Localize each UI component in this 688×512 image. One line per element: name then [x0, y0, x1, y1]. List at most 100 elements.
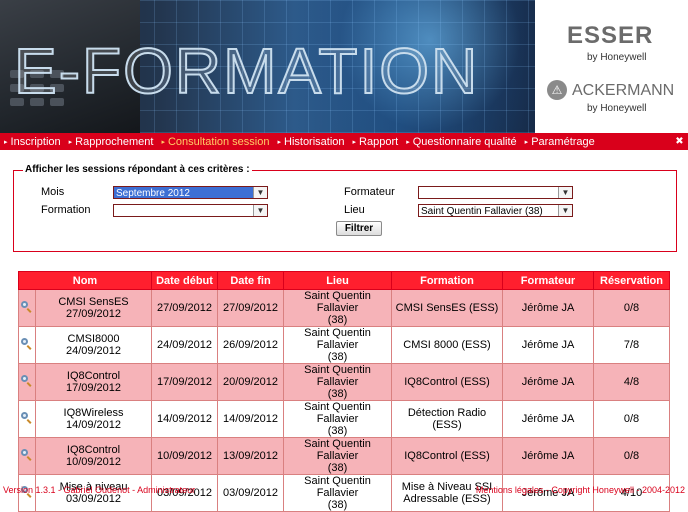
cell-reservation: 0/8 — [593, 400, 670, 438]
formateur-select[interactable]: ▼ — [418, 186, 573, 199]
menu-arrow-icon: ▸ — [524, 138, 529, 146]
cell-nom: CMSI8000 24/09/2012 — [35, 326, 152, 364]
lieu-label: Lieu — [344, 204, 365, 216]
column-header-formation[interactable]: Formation — [391, 271, 503, 290]
magnifier-icon[interactable] — [21, 411, 33, 424]
cell-formation: CMSI SensES (ESS) — [391, 289, 503, 327]
menu-arrow-icon: ▸ — [277, 138, 281, 146]
table-row[interactable]: IQ8Control 10/09/2012 10/09/2012 13/09/20… — [18, 437, 670, 475]
cell-date-fin: 20/09/2012 — [217, 363, 284, 401]
cell-lieu: Saint Quentin Fallavier (38) — [283, 363, 392, 401]
filter-legend: Afficher les sessions répondant à ces cr… — [23, 164, 252, 175]
ackermann-logo-icon: ⚠ — [547, 80, 567, 100]
ackermann-logo: ACKERMANN — [572, 82, 675, 99]
menu-arrow-icon: ▸ — [352, 138, 357, 146]
cell-nom: IQ8Control 17/09/2012 — [35, 363, 152, 401]
banner-title: E-FORMATION — [13, 34, 480, 108]
lieu-select[interactable]: Saint Quentin Fallavier (38) ▼ — [418, 204, 573, 217]
column-header-date-debut[interactable]: Date début — [151, 271, 218, 290]
row-view-cell[interactable] — [18, 437, 36, 475]
chevron-down-icon: ▼ — [558, 205, 572, 216]
esser-by-honeywell: by Honeywell — [587, 52, 647, 63]
menu-item-questionnaire-qualite[interactable]: ▸ Questionnaire qualité — [402, 136, 520, 148]
cell-reservation: 7/8 — [593, 326, 670, 364]
row-view-cell[interactable] — [18, 289, 36, 327]
cell-lieu: Saint Quentin Fallavier (38) — [283, 289, 392, 327]
row-view-cell[interactable] — [18, 363, 36, 401]
footer-version: Version 1.3.1 - Gabriel Oudenot - Admini… — [3, 485, 196, 495]
mois-label: Mois — [41, 186, 65, 198]
menu-item-historisation[interactable]: ▸ Historisation — [273, 136, 348, 148]
cell-date-debut: 27/09/2012 — [151, 289, 218, 327]
header-banner: E-FORMATION — [0, 0, 535, 133]
cell-formation: IQ8Control (ESS) — [391, 437, 503, 475]
table-row[interactable]: IQ8Wireless 14/09/2012 14/09/2012 14/09/2… — [18, 400, 670, 438]
cell-date-fin: 26/09/2012 — [217, 326, 284, 364]
cell-nom: IQ8Control 10/09/2012 — [35, 437, 152, 475]
chevron-down-icon: ▼ — [253, 205, 267, 216]
footer-legal-link[interactable]: Mentions légales - Copyright Honeywell -… — [476, 485, 685, 495]
cell-reservation: 0/8 — [593, 289, 670, 327]
menu-item-parametrage[interactable]: ▸ Paramétrage — [521, 136, 599, 148]
cell-reservation: 0/8 — [593, 437, 670, 475]
esser-logo: ESSER — [567, 22, 654, 49]
brand-logos: ESSER by Honeywell ⚠ ACKERMANN by Honeyw… — [535, 0, 688, 133]
main-menu: ▸ Inscription ▸ Rapprochement ▸ Consultatio… — [0, 133, 688, 150]
table-header-row: Nom Date début Date fin Lieu Formation F… — [18, 271, 670, 290]
mois-select[interactable]: Septembre 2012 ▼ — [113, 186, 268, 199]
formateur-label: Formateur — [344, 186, 395, 198]
column-header-lieu[interactable]: Lieu — [283, 271, 392, 290]
cell-formateur: Jérôme JA — [502, 363, 594, 401]
chevron-down-icon: ▼ — [253, 187, 267, 198]
cell-lieu: Saint Quentin Fallavier (38) — [283, 326, 392, 364]
menu-item-rapport[interactable]: ▸ Rapport — [349, 136, 403, 148]
cell-date-fin: 03/09/2012 — [217, 474, 284, 512]
exit-icon[interactable]: ✖ — [673, 135, 686, 148]
magnifier-icon[interactable] — [21, 337, 33, 350]
table-row[interactable]: CMSI SensES 27/09/2012 27/09/2012 27/09/2… — [18, 289, 670, 327]
magnifier-icon[interactable] — [21, 448, 33, 461]
cell-reservation: 4/8 — [593, 363, 670, 401]
column-header-formateur[interactable]: Formateur — [502, 271, 594, 290]
cell-date-debut: 24/09/2012 — [151, 326, 218, 364]
menu-item-rapprochement[interactable]: ▸ Rapprochement — [65, 136, 158, 148]
cell-date-fin: 14/09/2012 — [217, 400, 284, 438]
cell-date-debut: 10/09/2012 — [151, 437, 218, 475]
menu-arrow-icon: ▸ — [161, 138, 165, 146]
magnifier-icon[interactable] — [21, 374, 33, 387]
cell-lieu: Saint Quentin Fallavier (38) — [283, 474, 392, 512]
menu-arrow-icon: ▸ — [68, 138, 73, 146]
cell-lieu: Saint Quentin Fallavier (38) — [283, 400, 392, 438]
menu-arrow-icon: ▸ — [406, 138, 410, 146]
formation-label: Formation — [41, 204, 91, 216]
menu-item-inscription[interactable]: ▸ Inscription — [0, 136, 65, 148]
chevron-down-icon: ▼ — [558, 187, 572, 198]
cell-lieu: Saint Quentin Fallavier (38) — [283, 437, 392, 475]
cell-date-fin: 27/09/2012 — [217, 289, 284, 327]
table-row[interactable]: IQ8Control 17/09/2012 17/09/2012 20/09/20… — [18, 363, 670, 401]
column-header-reservation[interactable]: Réservation — [593, 271, 670, 290]
cell-date-fin: 13/09/2012 — [217, 437, 284, 475]
cell-nom: CMSI SensES 27/09/2012 — [35, 289, 152, 327]
column-header-nom[interactable]: Nom — [18, 271, 152, 290]
filtrer-button[interactable]: Filtrer — [336, 221, 382, 236]
filter-panel: Afficher les sessions répondant à ces cr… — [13, 164, 677, 252]
row-view-cell[interactable] — [18, 400, 36, 438]
formation-select[interactable]: ▼ — [113, 204, 268, 217]
menu-item-consultation-session[interactable]: ▸ Consultation session — [157, 136, 273, 148]
cell-formation: Détection Radio (ESS) — [391, 400, 503, 438]
cell-formation: IQ8Control (ESS) — [391, 363, 503, 401]
menu-arrow-icon: ▸ — [4, 138, 8, 146]
cell-date-debut: 17/09/2012 — [151, 363, 218, 401]
ackermann-by-honeywell: by Honeywell — [587, 103, 647, 114]
cell-date-debut: 14/09/2012 — [151, 400, 218, 438]
magnifier-icon[interactable] — [21, 300, 33, 313]
sessions-table: Nom Date début Date fin Lieu Formation F… — [18, 271, 670, 512]
cell-formation: CMSI 8000 (ESS) — [391, 326, 503, 364]
table-row[interactable]: CMSI8000 24/09/2012 24/09/2012 26/09/2012… — [18, 326, 670, 364]
row-view-cell[interactable] — [18, 326, 36, 364]
cell-formateur: Jérôme JA — [502, 437, 594, 475]
cell-nom: IQ8Wireless 14/09/2012 — [35, 400, 152, 438]
column-header-date-fin[interactable]: Date fin — [217, 271, 284, 290]
cell-formateur: Jérôme JA — [502, 400, 594, 438]
